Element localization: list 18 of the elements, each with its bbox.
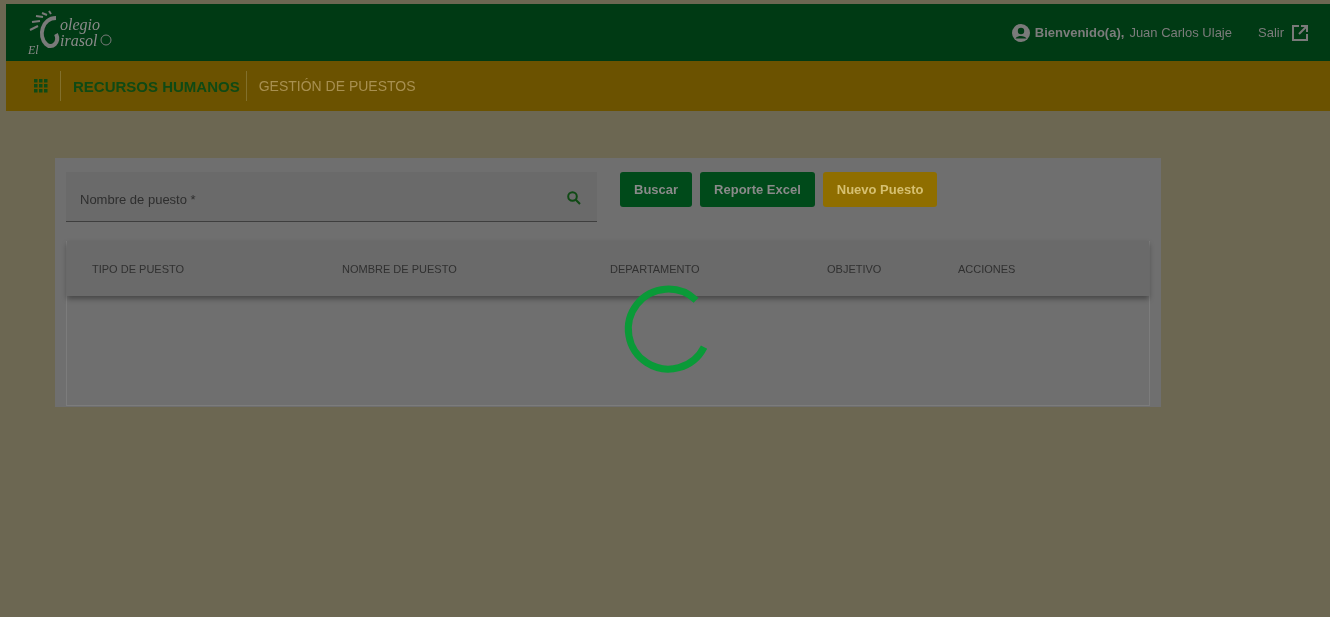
search-icon[interactable] [567,191,581,205]
user-name: Juan Carlos Ulaje [1129,25,1232,40]
column-header: OBJETIVO [827,262,883,275]
column-header: TIPO DE PUESTO [92,262,186,275]
logout-link[interactable]: Salir [1258,25,1284,40]
user-avatar-icon [1011,23,1030,42]
apps-grid-icon[interactable] [34,79,48,93]
search-field[interactable]: Nombre de puesto * [66,172,597,222]
action-button[interactable]: Nuevo Puesto [822,172,938,207]
action-button[interactable]: Buscar [620,172,693,207]
external-link-icon[interactable] [1292,24,1308,41]
welcome-text: Bienvenido(a), [1034,25,1125,40]
column-header: NOMBRE DE PUESTO [342,262,458,275]
column-header: DEPARTAMENTO [610,262,701,275]
action-button[interactable]: Reporte Excel [700,172,815,207]
school-logo: olegio El irasol [26,9,116,56]
breadcrumb-link[interactable]: GESTIÓN DE PUESTOS [258,78,416,94]
column-header: ACCIONES [958,262,1017,275]
